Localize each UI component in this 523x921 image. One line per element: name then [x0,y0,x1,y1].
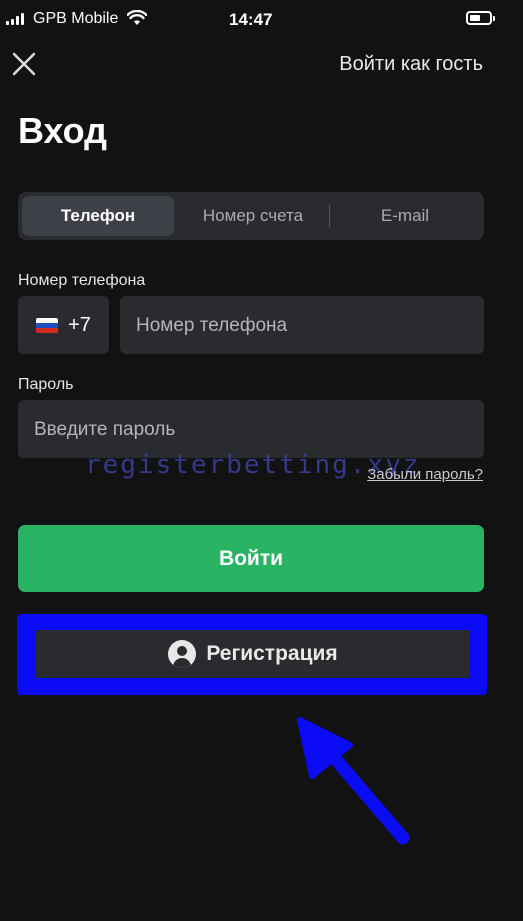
country-code: +7 [68,313,91,336]
password-placeholder: Введите пароль [34,419,176,440]
tab-account-number[interactable]: Номер счета [178,196,328,236]
phone-input[interactable]: Номер телефона [120,296,484,354]
login-method-tabs: Телефон Номер счета E-mail [18,192,484,240]
wifi-icon [126,9,148,31]
carrier-label: GPB Mobile [33,10,119,27]
russia-flag-icon [36,317,59,333]
user-icon [168,640,197,668]
password-label: Пароль [18,376,74,393]
clock: 14:47 [229,10,273,29]
status-bar: GPB Mobile 14:47 [0,0,523,40]
signal-icon [6,13,24,25]
page-title: Вход [18,110,108,151]
phone-label: Номер телефона [18,272,146,289]
country-code-select[interactable]: +7 [18,296,109,354]
tab-phone[interactable]: Телефон [22,196,174,236]
close-icon[interactable] [12,52,36,76]
guest-login-link[interactable]: Войти как гость [339,53,483,76]
login-button[interactable]: Войти [18,525,484,592]
arrow-annotation [290,710,420,855]
phone-placeholder: Номер телефона [136,315,288,336]
register-button-label: Регистрация [206,642,338,665]
battery-icon [466,11,495,25]
tab-email[interactable]: E-mail [330,196,480,236]
forgot-password-link[interactable]: Забыли пароль? [367,466,483,483]
register-button[interactable]: Регистрация [36,630,470,678]
